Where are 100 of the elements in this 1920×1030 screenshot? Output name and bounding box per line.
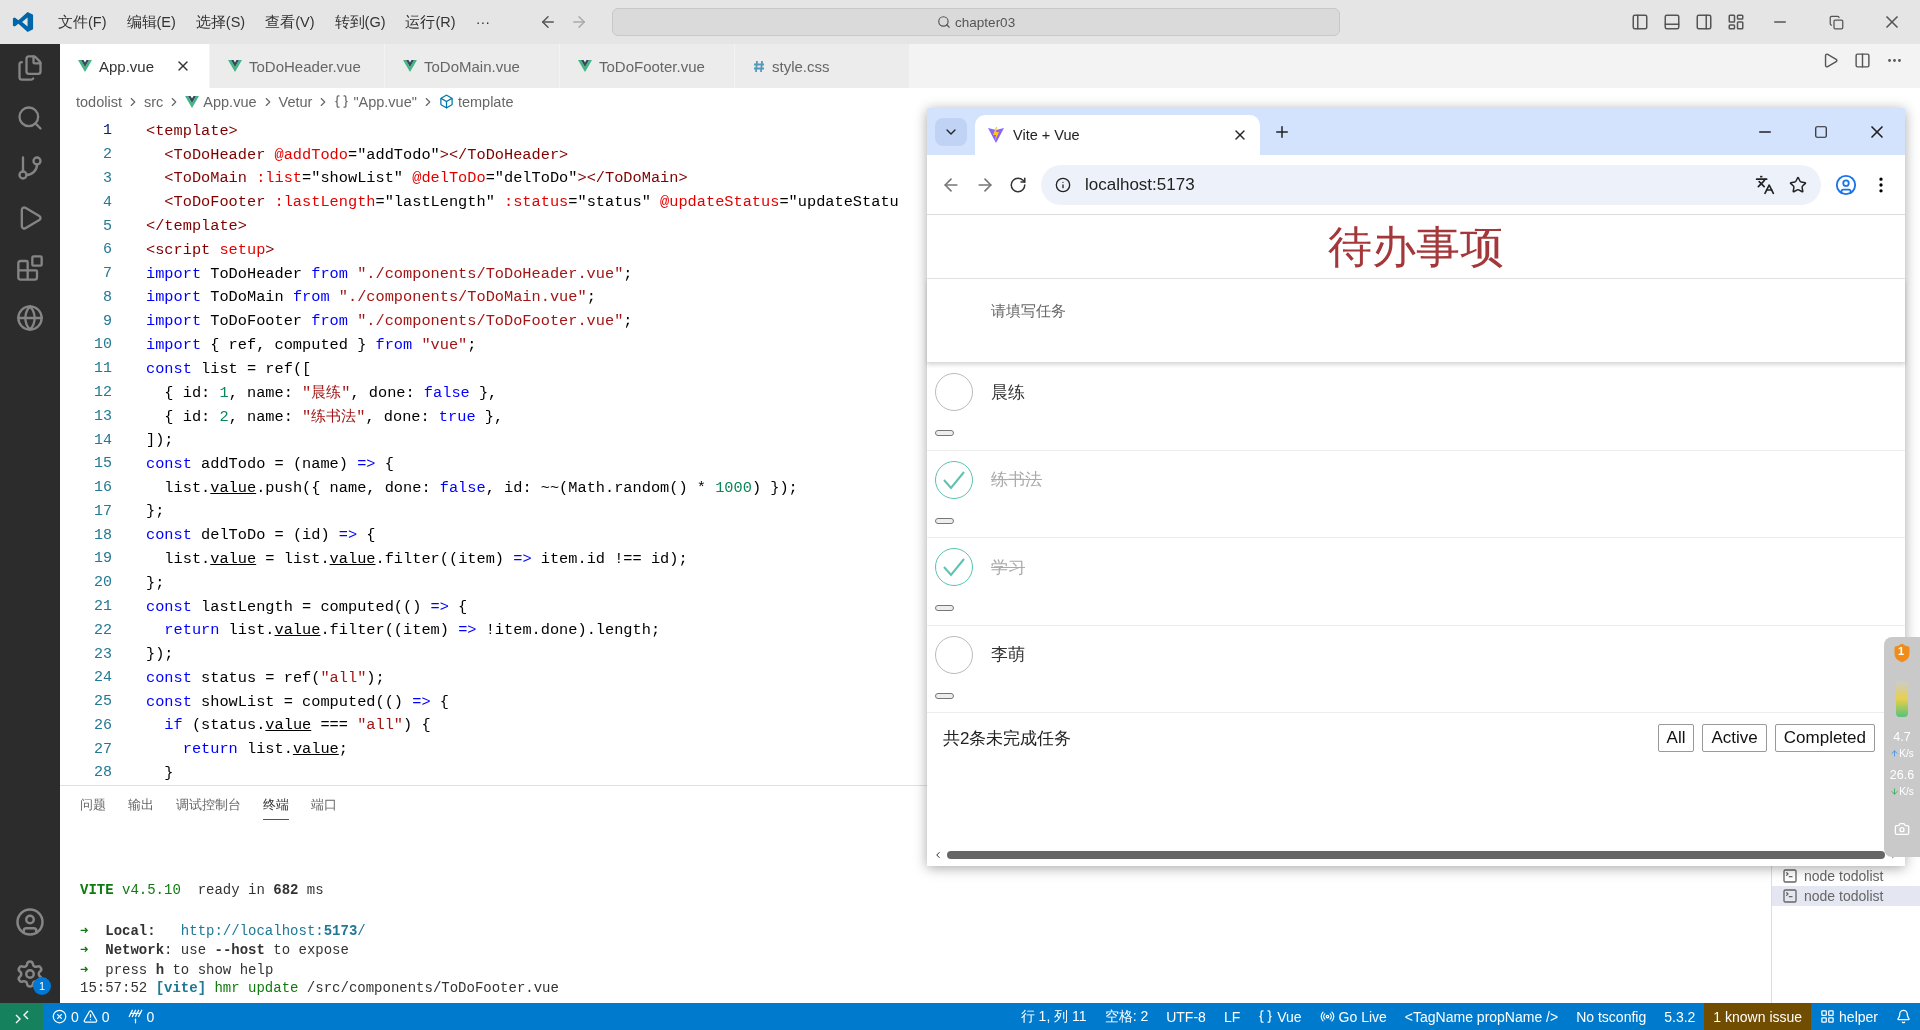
- breadcrumb-item[interactable]: todolist: [76, 93, 122, 110]
- delete-button[interactable]: [935, 605, 954, 611]
- maximize-icon[interactable]: [1814, 124, 1828, 139]
- status-item[interactable]: LF: [1214, 1003, 1250, 1030]
- browser-tab[interactable]: Vite + Vue: [975, 115, 1260, 155]
- account-icon[interactable]: [15, 907, 45, 937]
- status-item[interactable]: No tsconfig: [1567, 1003, 1656, 1030]
- layout-icon[interactable]: [1727, 13, 1745, 31]
- command-center[interactable]: chapter03: [612, 8, 1341, 36]
- line-number: 25: [93, 693, 112, 711]
- alert-count-label: 1: [1898, 645, 1905, 657]
- line-number: 20: [93, 574, 112, 592]
- search-icon[interactable]: [16, 104, 44, 132]
- restore-icon[interactable]: [1828, 14, 1844, 30]
- delete-button[interactable]: [935, 517, 954, 524]
- line-number: 8: [102, 288, 112, 306]
- menu-item[interactable]: 转到(G): [324, 12, 396, 32]
- todo-name: 晨练: [991, 381, 1025, 404]
- breadcrumb-item[interactable]: App.vue: [203, 93, 257, 110]
- code-line: const lastLength = computed(() => {: [146, 597, 468, 616]
- breadcrumb-item[interactable]: src: [143, 93, 164, 110]
- code-line: { id: 2, name: "练书法", done: true },: [163, 406, 504, 427]
- terminal-line: VITE v4.5.10 ready in 682 ms: [80, 882, 325, 900]
- breadcrumb-item[interactable]: "App.vue": [353, 93, 417, 110]
- command-center-text: chapter03: [955, 14, 1016, 30]
- menu-item[interactable]: 运行(R): [395, 12, 466, 32]
- address-bar[interactable]: localhost:5173: [1041, 164, 1821, 205]
- scrollbar-thumb[interactable]: [947, 851, 1885, 859]
- status-item[interactable]: 空格: 2: [1095, 1003, 1158, 1030]
- todo-name: 练书法: [991, 469, 1042, 491]
- warning-icon: [82, 1009, 98, 1024]
- code-line: import { ref, computed } from "vue";: [146, 335, 477, 354]
- code-line: <script setup>: [146, 240, 275, 259]
- helper-item[interactable]: helper: [1811, 1003, 1887, 1030]
- editor-tab[interactable]: App.vue: [60, 44, 210, 88]
- menu-item[interactable]: 查看(V): [255, 12, 325, 32]
- line-number: 21: [93, 598, 112, 615]
- terminal-item[interactable]: node todolist: [1772, 886, 1920, 906]
- panel-right-icon[interactable]: [1695, 13, 1713, 31]
- code-line: };: [146, 502, 165, 521]
- terminal-item[interactable]: node todolist: [1772, 866, 1920, 886]
- panel-tab[interactable]: 输出: [128, 796, 154, 820]
- remote-button[interactable]: [0, 1003, 43, 1030]
- editor-tab[interactable]: ToDoHeader.vue: [210, 44, 385, 88]
- status-item[interactable]: 行 1, 列 11: [1011, 1003, 1096, 1030]
- filter-button[interactable]: Active: [1702, 724, 1767, 752]
- code-line: <ToDoMain :list="showList" @delToDo="delToDo"></ToDoMain>: [163, 169, 688, 188]
- check-icon: [941, 556, 967, 578]
- ports-item[interactable]: 0: [118, 1003, 164, 1030]
- star-icon[interactable]: [1789, 175, 1807, 194]
- editor-tab[interactable]: style.css: [735, 44, 910, 88]
- translate-icon[interactable]: [1755, 174, 1775, 195]
- vue-logo-icon: [78, 60, 92, 72]
- status-item[interactable]: <TagName propName />: [1395, 1003, 1568, 1030]
- menu-item[interactable]: 文件(F): [48, 12, 117, 32]
- panel-left-icon[interactable]: [1631, 13, 1649, 31]
- panel-tab[interactable]: 调试控制台: [176, 796, 241, 820]
- explorer-icon[interactable]: [16, 54, 44, 82]
- panel-tab[interactable]: 端口: [311, 796, 337, 820]
- profile-icon[interactable]: [1835, 173, 1857, 196]
- menu-item[interactable]: ···: [465, 14, 501, 30]
- filter-button[interactable]: All: [1657, 724, 1695, 752]
- error-icon: [52, 1009, 67, 1024]
- known-issue-item[interactable]: 1 known issue: [1704, 1003, 1812, 1030]
- delete-button[interactable]: [935, 692, 954, 699]
- remote-icon: [14, 1009, 29, 1024]
- settings-icon[interactable]: [15, 959, 45, 989]
- status-item[interactable]: UTF-8: [1157, 1003, 1215, 1030]
- line-number: 6: [102, 241, 112, 259]
- status-item[interactable]: 5.3.2: [1655, 1003, 1705, 1030]
- task-input[interactable]: 请填写任务: [989, 301, 1389, 320]
- scroll-left-icon[interactable]: [933, 850, 943, 860]
- globe-icon[interactable]: [16, 304, 44, 332]
- braces-icon: [334, 94, 350, 109]
- terminal-line: ➜ Network: use --host to expose: [80, 941, 350, 960]
- menu-item[interactable]: 选择(S): [185, 12, 256, 32]
- language-mode[interactable]: Vue: [1249, 1003, 1311, 1030]
- menu-item[interactable]: 编辑(E): [116, 12, 186, 32]
- breadcrumb-item[interactable]: template: [457, 93, 514, 110]
- panel-tab[interactable]: 终端: [263, 796, 289, 820]
- todo-name: 学习: [991, 556, 1025, 579]
- editor-tab[interactable]: ToDoFooter.vue: [560, 44, 735, 88]
- go-live-button[interactable]: Go Live: [1310, 1003, 1396, 1030]
- code-line: list.value = list.value.filter((item) => item.id !== id);: [163, 549, 688, 568]
- reload-icon[interactable]: [1009, 175, 1027, 194]
- line-number: 15: [93, 455, 112, 473]
- bell-icon: [1896, 1009, 1911, 1024]
- filter-button[interactable]: Completed: [1774, 724, 1875, 752]
- panel-tab[interactable]: 问题: [80, 796, 106, 820]
- extensions-icon[interactable]: [16, 254, 44, 282]
- broadcast-icon: [1319, 1009, 1335, 1024]
- source-control-icon[interactable]: [16, 154, 44, 182]
- panel-bottom-icon[interactable]: [1663, 13, 1681, 31]
- delete-button[interactable]: [935, 430, 954, 436]
- editor-tab[interactable]: ToDoMain.vue: [385, 44, 560, 88]
- problems-item[interactable]: 0 0: [43, 1003, 119, 1030]
- breadcrumb-item[interactable]: Vetur: [278, 93, 313, 110]
- remaining-count: 共2条未完成任务: [943, 727, 1073, 750]
- code-line: import ToDoHeader from "./components/ToDoHeader.vue";: [146, 264, 633, 283]
- split-editor-icon[interactable]: [1853, 51, 1871, 69]
